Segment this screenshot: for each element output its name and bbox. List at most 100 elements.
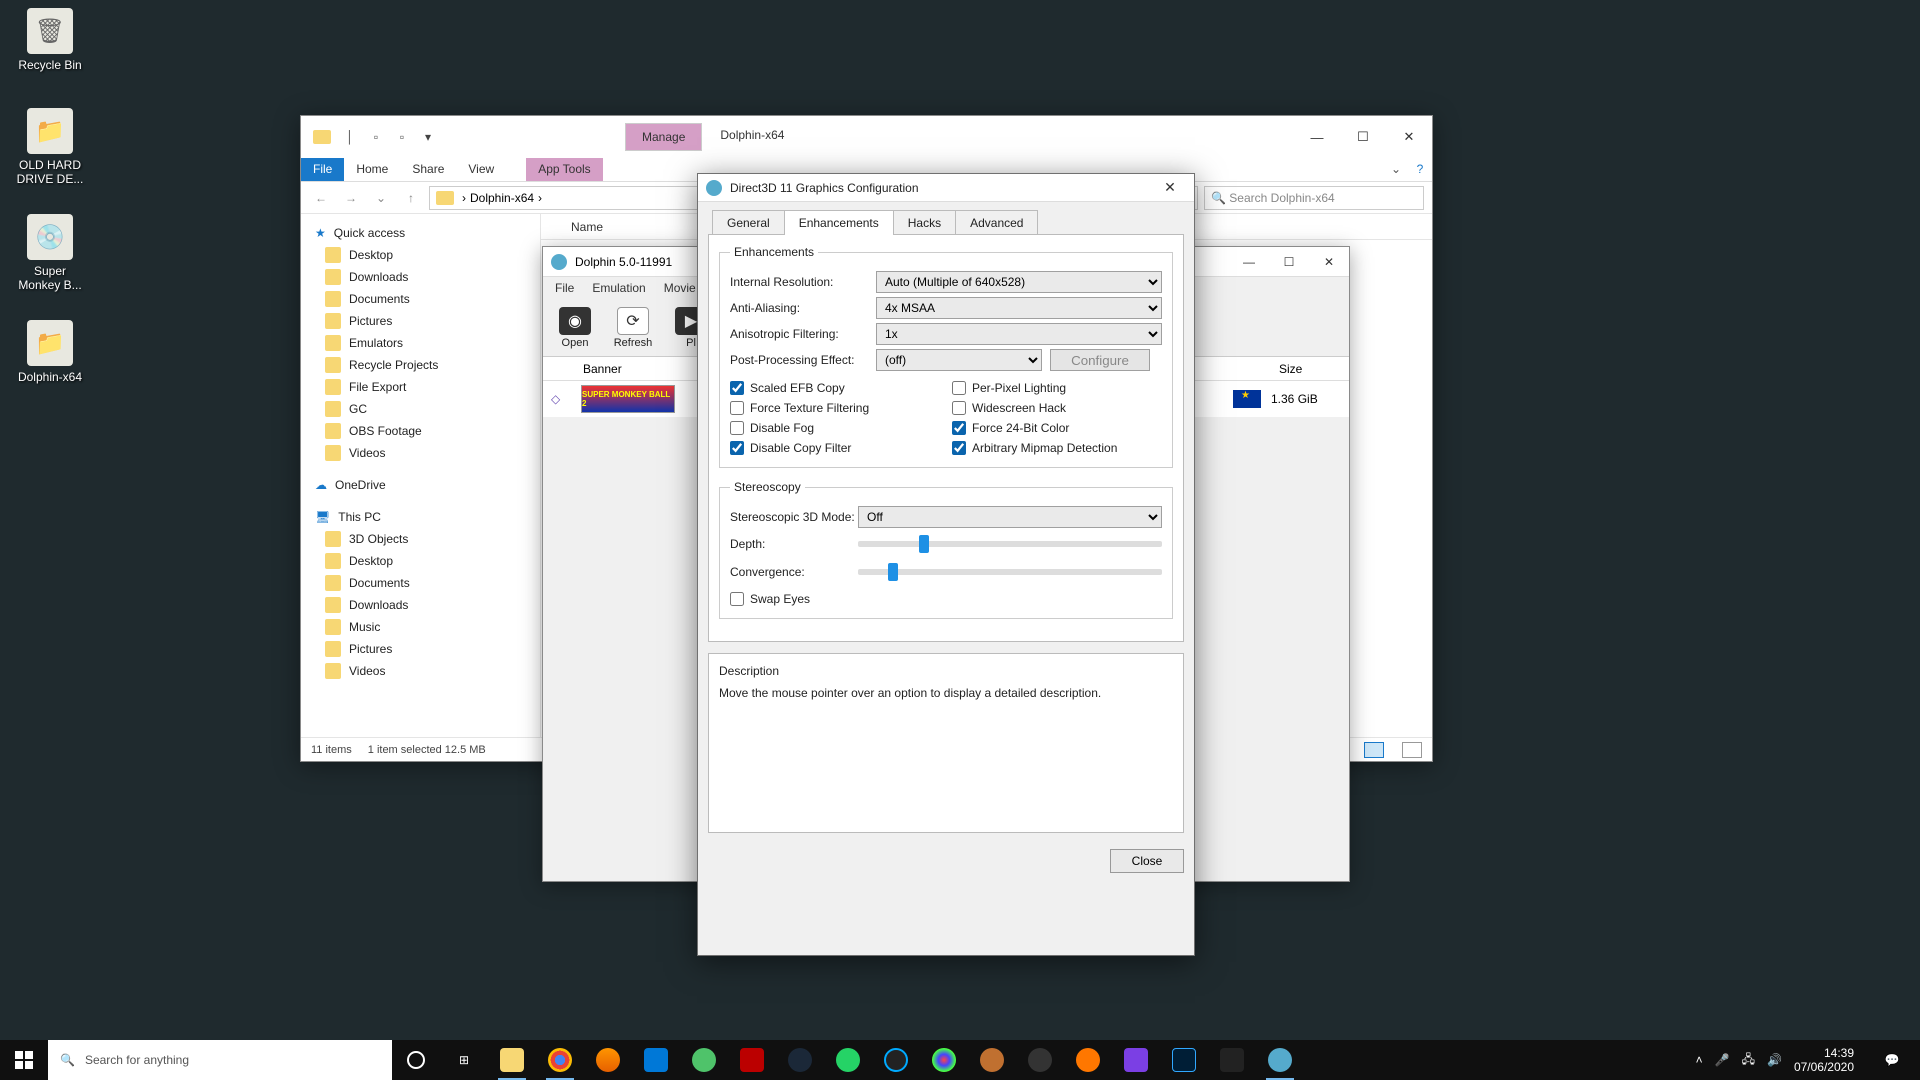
maximize-button[interactable]: ☐ <box>1269 255 1309 269</box>
select-anisotropic[interactable]: 1x <box>876 323 1162 345</box>
sidebar-item[interactable]: GC <box>301 398 540 420</box>
select-antialiasing[interactable]: 4x MSAA <box>876 297 1162 319</box>
sidebar-item[interactable]: Desktop <box>301 244 540 266</box>
taskbar-app-explorer[interactable] <box>488 1040 536 1080</box>
dialog-titlebar[interactable]: Direct3D 11 Graphics Configuration ✕ <box>698 174 1194 202</box>
sidebar-item[interactable]: Downloads <box>301 266 540 288</box>
sidebar-item[interactable]: Desktop <box>301 550 540 572</box>
taskbar-app-generic-1[interactable] <box>680 1040 728 1080</box>
sidebar-item[interactable]: Recycle Projects <box>301 354 540 376</box>
sidebar-item[interactable]: Pictures <box>301 638 540 660</box>
view-details[interactable] <box>1364 742 1384 758</box>
check-swap-eyes[interactable]: Swap Eyes <box>730 592 1162 606</box>
taskbar-app-whatsapp[interactable] <box>824 1040 872 1080</box>
check-per-pixel-lighting[interactable]: Per-Pixel Lighting <box>952 381 1162 395</box>
explorer-sidebar[interactable]: ★Quick access DesktopDownloadsDocumentsP… <box>301 214 541 737</box>
taskbar-app-generic-3[interactable] <box>1016 1040 1064 1080</box>
sidebar-item[interactable]: Downloads <box>301 594 540 616</box>
tab-hacks[interactable]: Hacks <box>893 210 956 235</box>
maximize-button[interactable]: ☐ <box>1340 116 1386 158</box>
notifications-button[interactable]: 💬 <box>1872 1053 1912 1067</box>
tray-chevron-up-icon[interactable]: ˄ <box>1696 1053 1703 1067</box>
sidebar-item[interactable]: 3D Objects <box>301 528 540 550</box>
slider-thumb[interactable] <box>919 535 929 553</box>
taskbar-app-generic-2[interactable] <box>968 1040 1016 1080</box>
taskbar-app-vscode[interactable] <box>632 1040 680 1080</box>
sidebar-item[interactable]: Music <box>301 616 540 638</box>
path-segment[interactable]: Dolphin-x64 <box>470 191 534 205</box>
sidebar-item[interactable]: Videos <box>301 660 540 682</box>
path-chevron[interactable]: › <box>462 191 466 205</box>
menu-file[interactable]: File <box>547 279 582 297</box>
check-widescreen-hack[interactable]: Widescreen Hack <box>952 401 1162 415</box>
ribbon-apptools[interactable]: App Tools <box>526 158 602 181</box>
path-chevron[interactable]: › <box>538 191 542 205</box>
desktop-icon-old-hard-drive[interactable]: 📁 OLD HARD DRIVE DE... <box>12 108 88 187</box>
nav-back[interactable]: ← <box>309 191 333 205</box>
tray-network-icon[interactable]: 🖧 <box>1742 1050 1755 1071</box>
taskbar-app-davinci[interactable] <box>920 1040 968 1080</box>
ribbon-view[interactable]: View <box>456 158 506 181</box>
taskbar-taskview[interactable]: ⊞ <box>440 1040 488 1080</box>
col-size[interactable]: Size <box>1269 362 1349 376</box>
system-tray[interactable]: ˄ 🎤 🖧 🔊 14:39 07/06/2020 💬 <box>1688 1046 1920 1075</box>
ribbon-context-manage[interactable]: Manage <box>625 123 702 151</box>
explorer-search[interactable]: 🔍 Search Dolphin-x64 <box>1204 186 1424 210</box>
help-icon[interactable]: ? <box>1408 158 1432 181</box>
taskbar-app-chrome[interactable] <box>536 1040 584 1080</box>
qat-new-folder[interactable]: ▫ <box>391 126 413 148</box>
check-scaled-efb[interactable]: Scaled EFB Copy <box>730 381 940 395</box>
ribbon-share[interactable]: Share <box>400 158 456 181</box>
nav-up[interactable]: ↑ <box>399 191 423 205</box>
sidebar-this-pc[interactable]: 🖥This PC <box>301 506 540 528</box>
taskbar-app-generic-5[interactable] <box>1208 1040 1256 1080</box>
check-arbitrary-mipmap[interactable]: Arbitrary Mipmap Detection <box>952 441 1162 455</box>
ribbon-expand[interactable]: ⌄ <box>1384 158 1408 181</box>
check-disable-copy-filter[interactable]: Disable Copy Filter <box>730 441 940 455</box>
minimize-button[interactable]: — <box>1229 255 1269 269</box>
taskbar-app-dolphin[interactable] <box>1256 1040 1304 1080</box>
slider-convergence[interactable] <box>858 569 1162 575</box>
qat-properties[interactable]: ▫ <box>365 126 387 148</box>
taskbar-app-filezilla[interactable] <box>728 1040 776 1080</box>
view-large-icons[interactable] <box>1402 742 1422 758</box>
tray-volume-icon[interactable]: 🔊 <box>1767 1053 1782 1067</box>
tab-enhancements[interactable]: Enhancements <box>784 210 894 235</box>
sidebar-item[interactable]: OBS Footage <box>301 420 540 442</box>
slider-depth[interactable] <box>858 541 1162 547</box>
select-stereo-mode[interactable]: Off <box>858 506 1162 528</box>
explorer-titlebar[interactable]: │ ▫ ▫ ▾ Manage Dolphin-x64 — ☐ ✕ <box>301 116 1432 158</box>
close-button[interactable]: ✕ <box>1386 116 1432 158</box>
sidebar-item[interactable]: Videos <box>301 442 540 464</box>
desktop-icon-dolphin[interactable]: 📁 Dolphin-x64 <box>12 320 88 384</box>
taskbar-app-steam[interactable] <box>776 1040 824 1080</box>
col-banner[interactable]: Banner <box>573 362 673 376</box>
sidebar-quick-access[interactable]: ★Quick access <box>301 222 540 244</box>
select-internal-resolution[interactable]: Auto (Multiple of 640x528) <box>876 271 1162 293</box>
select-postprocessing[interactable]: (off) <box>876 349 1042 371</box>
toolbar-refresh[interactable]: ⟳Refresh <box>605 307 661 349</box>
taskbar-app-media-1[interactable] <box>872 1040 920 1080</box>
ribbon-home[interactable]: Home <box>344 158 400 181</box>
minimize-button[interactable]: — <box>1294 116 1340 158</box>
qat-customize[interactable]: ▾ <box>417 126 439 148</box>
sidebar-item[interactable]: Documents <box>301 572 540 594</box>
nav-recent[interactable]: ⌄ <box>369 191 393 205</box>
desktop-icon-super-monkey[interactable]: 💿 Super Monkey B... <box>12 214 88 293</box>
taskbar-app-firefox[interactable] <box>584 1040 632 1080</box>
sidebar-item[interactable]: Documents <box>301 288 540 310</box>
taskbar-app-amazon-music[interactable] <box>1112 1040 1160 1080</box>
taskbar-clock[interactable]: 14:39 07/06/2020 <box>1794 1046 1860 1075</box>
start-button[interactable] <box>0 1040 48 1080</box>
tab-general[interactable]: General <box>712 210 785 235</box>
menu-emulation[interactable]: Emulation <box>584 279 653 297</box>
taskbar-app-generic-4[interactable] <box>1064 1040 1112 1080</box>
sidebar-onedrive[interactable]: ☁OneDrive <box>301 474 540 496</box>
desktop-icon-recycle-bin[interactable]: 🗑 Recycle Bin <box>12 8 88 72</box>
col-name[interactable]: Name <box>561 220 613 234</box>
tray-microphone-icon[interactable]: 🎤 <box>1715 1053 1730 1067</box>
tab-advanced[interactable]: Advanced <box>955 210 1038 235</box>
taskbar-cortana[interactable] <box>392 1040 440 1080</box>
taskbar-search[interactable]: 🔍 Search for anything <box>48 1040 392 1080</box>
toolbar-open[interactable]: ◉Open <box>547 307 603 349</box>
